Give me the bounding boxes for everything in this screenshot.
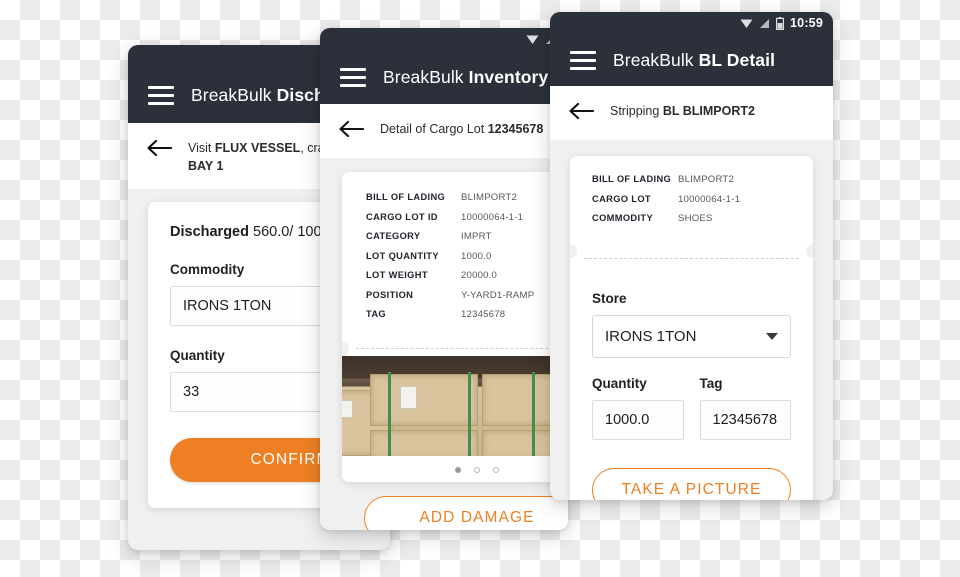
spec-key: TAG — [366, 309, 386, 319]
app-title-inventory: BreakBulk Inventory — [383, 67, 548, 88]
bl-action-buttons: TAKE A PICTURE STRIP — [570, 460, 813, 500]
spec-value: Y-YARD1-RAMP — [461, 289, 535, 301]
carousel-dot-1[interactable] — [455, 467, 461, 473]
spec-value: 10000064-1-1 — [461, 211, 524, 223]
spec-key: POSITION — [366, 289, 414, 300]
spec-row: POSITION Y-YARD1-RAMP — [366, 290, 568, 301]
spec-key: BILL OF LADING — [592, 174, 672, 184]
spec-value: IMPRT — [461, 231, 492, 242]
back-arrow-icon[interactable] — [568, 101, 595, 126]
phone-screen-inventory: BreakBulk Inventory Detail of Cargo Lot … — [320, 28, 568, 530]
appbar-main-bl-detail: BreakBulk BL Detail — [550, 34, 833, 86]
spec-row: COMMODITY SHOES — [592, 213, 791, 224]
spec-key: CATEGORY — [366, 231, 421, 241]
quantity-label: Quantity — [592, 376, 647, 391]
app-title-light: BreakBulk — [191, 84, 277, 105]
hamburger-icon[interactable] — [570, 50, 596, 70]
signal-icon — [759, 18, 770, 29]
spec-row: LOT QUANTITY 1000.0 — [366, 251, 568, 262]
spec-row: CARGO LOT 10000064-1-1 — [592, 194, 791, 205]
inventory-ticket-card: BILL OF LADING BLIMPORT2 CARGO LOT ID 10… — [342, 172, 568, 482]
spec-value: BLIMPORT2 — [678, 174, 735, 185]
spec-row: CARGO LOT ID 10000064-1-1 — [366, 212, 568, 223]
back-arrow-icon[interactable] — [146, 138, 173, 163]
battery-icon — [776, 16, 785, 30]
quantity-tag-row: Quantity 1000.0 Tag 12345678 — [592, 376, 791, 440]
spec-key: LOT WEIGHT — [366, 270, 428, 280]
wifi-icon — [526, 34, 539, 45]
app-title-bl-detail: BreakBulk BL Detail — [613, 50, 775, 71]
tag-input[interactable]: 12345678 — [699, 400, 791, 440]
chevron-down-icon — [766, 333, 778, 340]
store-label: Store — [592, 291, 627, 306]
appbar-inventory: BreakBulk Inventory — [320, 28, 568, 104]
app-title-bold: Inventory — [468, 66, 549, 87]
statusbar-inventory — [320, 28, 568, 50]
discharged-label: Discharged — [170, 224, 253, 241]
bay-name: BAY 1 — [188, 159, 224, 174]
add-damage-button[interactable]: ADD DAMAGE — [364, 496, 568, 530]
carousel-dots[interactable] — [342, 456, 568, 482]
spec-value: SHOES — [678, 213, 713, 224]
quantity-input[interactable]: 1000.0 — [592, 400, 684, 440]
wifi-icon — [740, 18, 753, 29]
detail-prefix: Detail of Cargo Lot — [380, 122, 488, 136]
spec-value: 12345678 — [461, 309, 506, 320]
appbar-main-inventory: BreakBulk Inventory — [320, 50, 568, 104]
bl-ticket-card: BILL OF LADING BLIMPORT2 CARGO LOT 10000… — [570, 156, 813, 500]
carousel-dot-2[interactable] — [474, 467, 480, 473]
spec-value: 20000.0 — [461, 270, 498, 281]
bl-number: BL BLIMPORT2 — [662, 104, 755, 118]
ticket-perforation — [570, 244, 813, 274]
ticket-perforation — [342, 342, 568, 356]
app-title-bold: BL Detail — [698, 49, 776, 70]
tag-group: Tag 12345678 — [699, 376, 791, 440]
spec-key: CARGO LOT ID — [366, 211, 438, 222]
spec-row: BILL OF LADING BLIMPORT2 — [366, 192, 568, 203]
hamburger-icon[interactable] — [340, 67, 366, 87]
statusbar-bl-detail: 10:59 — [550, 12, 833, 34]
tag-label: Tag — [699, 376, 723, 391]
spec-value: 10000064-1-1 — [678, 193, 741, 205]
spec-value: BLIMPORT2 — [461, 192, 518, 203]
inventory-action-buttons: ADD DAMAGE MOVE — [342, 482, 568, 530]
spec-row: CATEGORY IMPRT — [366, 231, 568, 242]
breadcrumb-inventory: Detail of Cargo Lot 12345678 — [380, 118, 543, 138]
app-title-light: BreakBulk — [383, 66, 469, 87]
subbar-bl-detail: Stripping BL BLIMPORT2 — [550, 86, 833, 140]
phone-screen-bl-detail: 10:59 BreakBulk BL Detail Stripping BL B… — [550, 12, 833, 500]
inventory-spec-list: BILL OF LADING BLIMPORT2 CARGO LOT ID 10… — [342, 172, 568, 342]
quantity-group: Quantity 1000.0 — [592, 376, 684, 440]
breadcrumb-bl-detail: Stripping BL BLIMPORT2 — [610, 100, 755, 120]
take-a-picture-button[interactable]: TAKE A PICTURE — [592, 468, 791, 500]
back-arrow-icon[interactable] — [338, 119, 365, 144]
bl-spec-list: BILL OF LADING BLIMPORT2 CARGO LOT 10000… — [570, 156, 813, 244]
cargo-photo-carousel[interactable] — [342, 356, 568, 482]
dashed-divider — [584, 258, 799, 259]
spec-key: CARGO LOT — [592, 193, 651, 204]
app-title-light: BreakBulk — [613, 49, 699, 70]
spec-row: TAG 12345678 — [366, 309, 568, 320]
spec-key: BILL OF LADING — [366, 192, 446, 202]
store-select[interactable]: IRONS 1TON — [592, 315, 791, 358]
subbar-inventory: Detail of Cargo Lot 12345678 — [320, 104, 568, 158]
visit-prefix: Visit — [188, 141, 215, 155]
spec-value: 1000.0 — [461, 250, 492, 262]
cargo-lot-number: 12345678 — [487, 122, 544, 136]
spec-row: BILL OF LADING BLIMPORT2 — [592, 174, 791, 185]
spec-row: LOT WEIGHT 20000.0 — [366, 270, 568, 281]
stripping-prefix: Stripping — [610, 104, 663, 118]
cargo-photo[interactable] — [342, 356, 568, 456]
appbar-bl-detail: 10:59 BreakBulk BL Detail — [550, 12, 833, 86]
dashed-divider — [356, 348, 568, 349]
vessel-name: FLUX VESSEL — [214, 141, 301, 155]
status-clock: 10:59 — [790, 16, 823, 30]
spec-key: LOT QUANTITY — [366, 250, 439, 261]
hamburger-icon[interactable] — [148, 85, 174, 105]
carousel-dot-3[interactable] — [493, 467, 499, 473]
store-selected-value: IRONS 1TON — [605, 328, 697, 345]
bl-strip-form: Store IRONS 1TON Quantity 1000.0 Tag 123… — [570, 274, 813, 460]
spec-key: COMMODITY — [592, 213, 653, 223]
